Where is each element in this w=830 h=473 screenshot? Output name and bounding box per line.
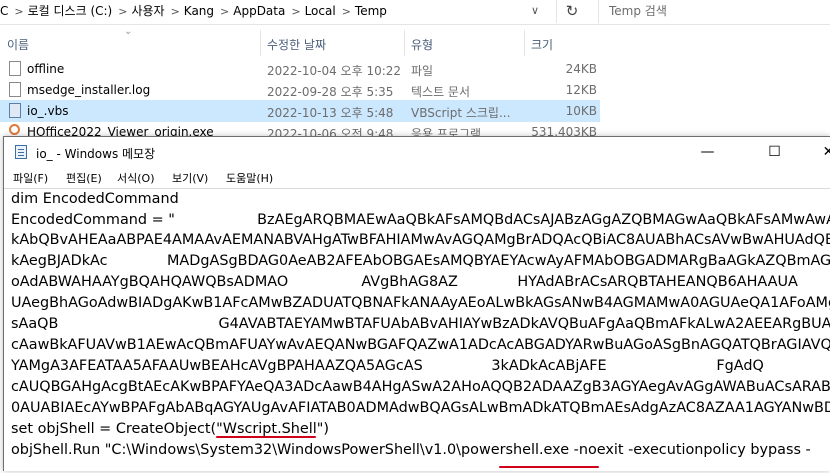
column-header-type[interactable]: 유형	[411, 36, 433, 56]
powershell-underline	[499, 466, 599, 468]
menu-help[interactable]: 도움말(H)	[226, 170, 273, 186]
notepad-icon	[15, 145, 27, 159]
menu-view[interactable]: 보기(V)	[172, 170, 208, 186]
refresh-icon[interactable]: ↻	[556, 0, 587, 23]
search-input[interactable]: Temp 검색	[598, 0, 830, 23]
address-dropdown-icon[interactable]: ∨	[531, 4, 539, 17]
chevron-right-icon: >	[14, 5, 24, 18]
exe-icon	[9, 124, 20, 135]
file-row[interactable]: msedge_installer.log 2022-09-28 오후 5:35 …	[0, 79, 600, 101]
minimize-button[interactable]: —	[685, 137, 730, 167]
file-name: msedge_installer.log	[27, 83, 151, 97]
chevron-right-icon: >	[118, 5, 128, 18]
file-row-selected[interactable]: io_.vbs 2022-10-13 오후 5:48 VBScript 스크립.…	[0, 100, 600, 122]
window-title: io_ - Windows 메모장	[36, 147, 156, 161]
text-line: oAdABWAHAAYgBQAHQAWQBsADMAO AVgBhAG8AZ H…	[11, 274, 798, 290]
chevron-right-icon: >	[220, 5, 230, 18]
text-line: objShell.Run "C:\Windows\System32\Window…	[11, 442, 811, 458]
text-editor[interactable]: dim EncodedCommand EncodedCommand = " Bz…	[4, 188, 830, 473]
breadcrumb-segment[interactable]: AppData	[233, 4, 285, 18]
menu-bar: 파일(F) 편집(E) 서식(O) 보기(V) 도움말(H)	[4, 167, 830, 187]
text-line: sAaQB G4AVABTAEYAMwBTAFUAbABvAHIAYwBzADk…	[11, 316, 830, 332]
chevron-right-icon: >	[170, 5, 180, 18]
close-button[interactable]: ✕	[806, 137, 830, 167]
text-line: cAUQBGAHgAcgBtAEcAKwBPAFYAeQA3ADcAawB4AH…	[11, 379, 830, 395]
breadcrumb-segment[interactable]: Local	[305, 4, 336, 18]
file-size: 12KB	[565, 83, 597, 97]
file-type: 파일	[411, 64, 434, 78]
breadcrumb-segment[interactable]: 로컬 디스크 (C:)	[28, 4, 113, 18]
file-type: 텍스트 문서	[411, 85, 471, 99]
text-line: UAegBhAGoAdwBIADgAKwB1AFcAMwBZADUATQBNAF…	[11, 295, 830, 311]
file-date: 2022-09-28 오후 5:35	[267, 85, 394, 99]
chevron-right-icon: >	[291, 5, 301, 18]
wscript-shell-underline	[216, 436, 316, 438]
file-size: 24KB	[565, 62, 597, 76]
text-line: EncodedCommand = " BzAEgARQBMAEwAaQBkAFs…	[11, 212, 830, 228]
column-divider[interactable]	[404, 30, 405, 56]
title-bar[interactable]: io_ - Windows 메모장 — ☐ ✕	[4, 137, 830, 167]
breadcrumb[interactable]: C > 로컬 디스크 (C:) > 사용자 > Kang > AppData > Local > Tem…	[0, 0, 554, 23]
vbscript-icon	[9, 103, 21, 118]
menu-edit[interactable]: 편집(E)	[66, 170, 102, 186]
breadcrumb-segment[interactable]: Temp	[355, 4, 387, 18]
maximize-button[interactable]: ☐	[752, 137, 797, 167]
text-file-icon	[9, 82, 21, 97]
file-size: 10KB	[565, 104, 597, 118]
file-name: io_.vbs	[27, 104, 69, 118]
menu-format[interactable]: 서식(O)	[117, 170, 154, 186]
text-line: kAegBJADkAc MADgASgBDAG0AeAB2AFEAbOBGAEs…	[11, 253, 830, 269]
text-line: kAbQBvAHEAaABPAE4AMAAvAEMANABVAHgATwBFAH…	[11, 232, 830, 248]
file-icon	[9, 61, 21, 76]
breadcrumb-segment[interactable]: Kang	[184, 4, 214, 18]
breadcrumb-segment[interactable]: C	[0, 4, 8, 18]
notepad-window: io_ - Windows 메모장 — ☐ ✕ 파일(F) 편집(E) 서식(O…	[3, 136, 830, 471]
text-line: 0AUABIAEcAYwBPAFgAbABqAGYAUgAvAFIATAB0AD…	[11, 400, 830, 416]
column-header-size[interactable]: 크기	[531, 36, 553, 56]
text-line: YAMgA3AFEATAA5AFAAUwBEAHcAVgBPAHAAZQA5AG…	[11, 358, 764, 374]
column-divider[interactable]	[260, 30, 261, 56]
column-header-date[interactable]: 수정한 날짜	[267, 36, 326, 56]
menu-file[interactable]: 파일(F)	[13, 170, 48, 186]
file-date: 2022-10-13 오후 5:48	[267, 106, 394, 120]
breadcrumb-segment[interactable]: 사용자	[131, 4, 164, 18]
file-type: VBScript 스크립...	[411, 106, 511, 120]
file-row[interactable]: offline 2022-10-04 오후 10:22 파일 24KB	[0, 58, 600, 80]
column-divider[interactable]	[524, 30, 525, 56]
text-line: cAawBkAFUAVwB1AEwAcQBmAFUAYwAvAEQANwBGAF…	[11, 337, 830, 353]
chevron-right-icon: >	[341, 5, 351, 18]
column-header-name[interactable]: 이름	[7, 36, 29, 56]
sort-chevron-icon: ⌄	[124, 26, 133, 37]
address-bar: C > 로컬 디스크 (C:) > 사용자 > Kang > AppData > Local > Tem…	[0, 0, 830, 25]
text-line: dim EncodedCommand	[11, 191, 179, 207]
file-name: offline	[27, 62, 65, 76]
file-date: 2022-10-04 오후 10:22	[267, 64, 402, 78]
